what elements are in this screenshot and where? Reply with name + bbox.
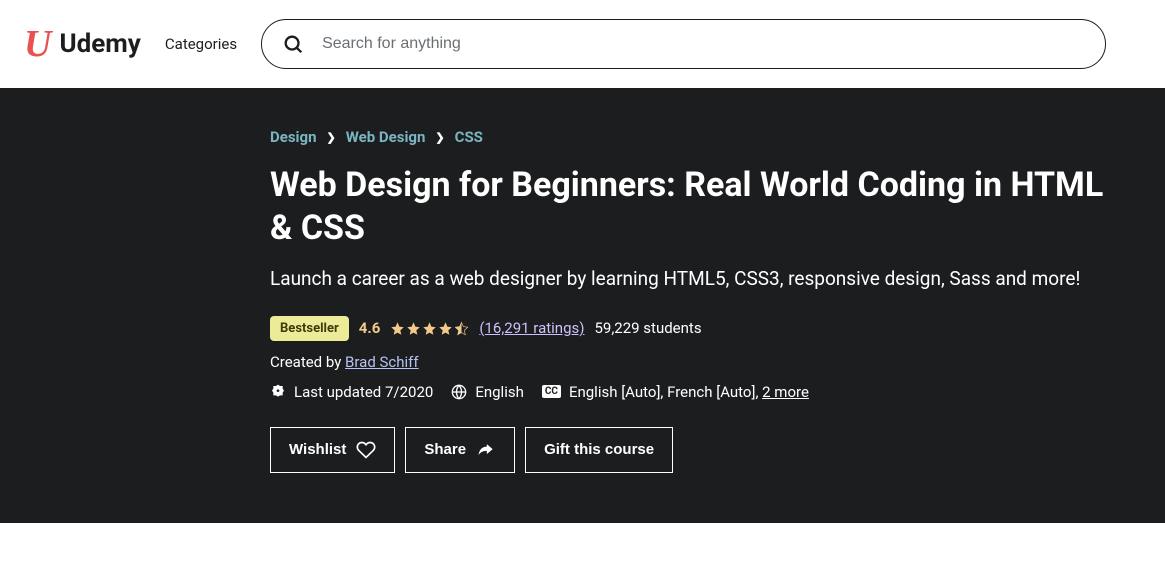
- star-icon: [390, 321, 405, 336]
- action-buttons: Wishlist Share Gift this course: [270, 427, 1120, 473]
- course-hero: Design ❯ Web Design ❯ CSS Web Design for…: [0, 88, 1165, 523]
- share-button[interactable]: Share: [405, 427, 515, 473]
- share-icon: [476, 440, 496, 460]
- star-icon: [422, 321, 437, 336]
- cc-icon: CC: [542, 385, 561, 398]
- chevron-right-icon: ❯: [435, 131, 444, 144]
- star-icon: [438, 321, 453, 336]
- globe-icon: [451, 384, 467, 400]
- course-title: Web Design for Beginners: Real World Cod…: [270, 164, 1120, 249]
- badge-icon: [270, 384, 286, 400]
- students-count: 59,229 students: [594, 319, 701, 337]
- rating-value: 4.6: [359, 319, 381, 337]
- search-icon: [282, 33, 304, 55]
- logo-text: Udemy: [59, 29, 140, 59]
- logo[interactable]: U Udemy: [24, 22, 141, 66]
- ratings-count-link[interactable]: (16,291 ratings): [479, 319, 584, 337]
- rating-stars: [390, 321, 469, 336]
- gift-button[interactable]: Gift this course: [525, 427, 673, 473]
- bestseller-badge: Bestseller: [270, 316, 349, 341]
- language: English: [451, 383, 524, 401]
- star-half-icon: [454, 321, 469, 336]
- captions-more-link[interactable]: 2 more: [762, 383, 809, 401]
- breadcrumb: Design ❯ Web Design ❯ CSS: [270, 128, 1120, 146]
- heart-icon: [356, 440, 376, 460]
- rating-row: Bestseller 4.6 (16,291 ratings) 59,229 s…: [270, 316, 1120, 341]
- course-subtitle: Launch a career as a web designer by lea…: [270, 265, 1120, 294]
- last-updated: Last updated 7/2020: [270, 383, 433, 401]
- created-by: Created by Brad Schiff: [270, 353, 1120, 371]
- captions: CC English [Auto], French [Auto], 2 more: [542, 383, 809, 401]
- header: U Udemy Categories: [0, 0, 1165, 88]
- wishlist-button[interactable]: Wishlist: [270, 427, 395, 473]
- star-icon: [406, 321, 421, 336]
- categories-link[interactable]: Categories: [165, 35, 237, 53]
- chevron-right-icon: ❯: [327, 131, 336, 144]
- search-input[interactable]: [322, 35, 1085, 53]
- info-row: Last updated 7/2020 English CC English […: [270, 383, 1120, 401]
- search-bar[interactable]: [261, 19, 1106, 69]
- breadcrumb-item-1[interactable]: Web Design: [346, 128, 426, 146]
- author-link[interactable]: Brad Schiff: [345, 353, 419, 371]
- logo-icon: U: [24, 22, 51, 66]
- breadcrumb-item-2[interactable]: CSS: [455, 128, 483, 146]
- breadcrumb-item-0[interactable]: Design: [270, 128, 317, 146]
